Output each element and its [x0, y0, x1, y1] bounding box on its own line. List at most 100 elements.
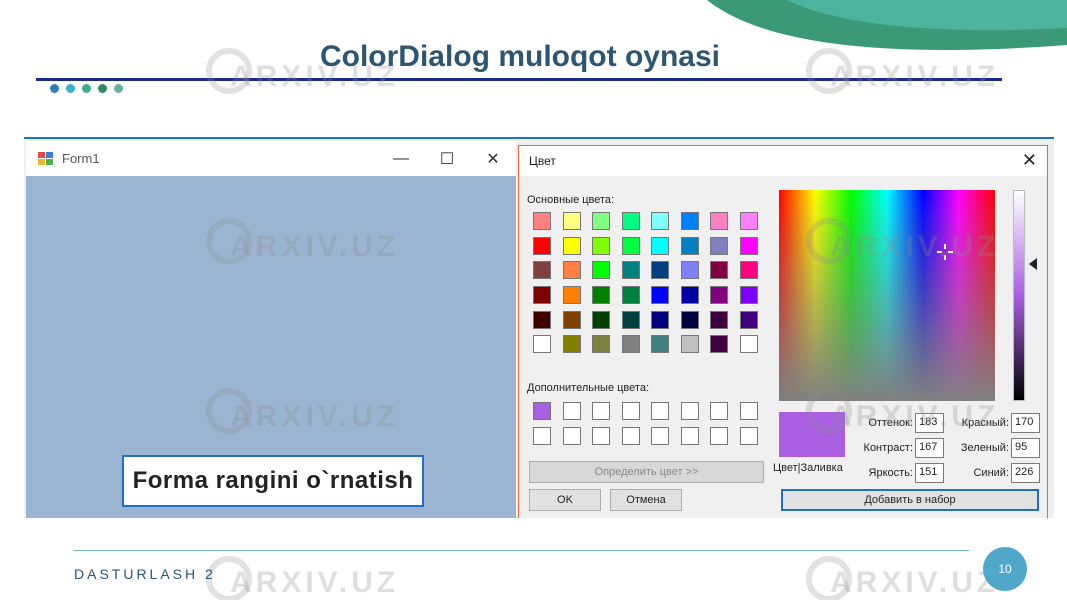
color-swatch[interactable]	[710, 212, 728, 230]
color-swatch[interactable]	[710, 261, 728, 280]
custom-color-swatch[interactable]	[533, 426, 551, 445]
custom-color-swatch[interactable]	[710, 426, 728, 445]
color-spectrum[interactable]	[779, 190, 995, 401]
add-to-custom-colors-button[interactable]: Добавить в набор	[781, 489, 1039, 511]
red-field[interactable]: 170	[1011, 413, 1040, 433]
custom-color-swatch[interactable]	[739, 426, 758, 445]
color-dialog-titlebar: Цвет ✕	[519, 146, 1047, 176]
color-swatch[interactable]	[739, 261, 758, 280]
watermark: ARXIV.UZ	[230, 230, 400, 263]
color-swatch[interactable]	[710, 236, 728, 255]
color-preview-label: Цвет|Заливка	[773, 462, 843, 474]
maximize-icon[interactable]: ☐	[424, 141, 470, 176]
app-window-icon	[38, 151, 54, 166]
custom-color-swatch[interactable]	[621, 402, 640, 420]
color-swatch[interactable]	[533, 236, 551, 255]
color-swatch[interactable]	[562, 212, 581, 230]
color-swatch[interactable]	[592, 236, 610, 255]
color-swatch[interactable]	[651, 335, 669, 354]
color-swatch[interactable]	[739, 310, 758, 329]
color-swatch[interactable]	[562, 286, 581, 305]
custom-color-swatch[interactable]	[592, 402, 610, 420]
custom-color-swatch[interactable]	[710, 402, 728, 420]
color-swatch[interactable]	[592, 286, 610, 305]
color-swatch[interactable]	[739, 236, 758, 255]
color-swatch[interactable]	[592, 310, 610, 329]
color-swatch[interactable]	[533, 212, 551, 230]
dot	[50, 84, 59, 93]
color-swatch[interactable]	[680, 310, 699, 329]
color-swatch[interactable]	[651, 261, 669, 280]
color-swatch[interactable]	[592, 261, 610, 280]
color-swatch[interactable]	[739, 212, 758, 230]
color-swatch[interactable]	[680, 335, 699, 354]
watermark: ARXIV.UZ	[830, 400, 1000, 433]
color-swatch[interactable]	[562, 261, 581, 280]
color-swatch[interactable]	[621, 310, 640, 329]
color-swatch[interactable]	[592, 212, 610, 230]
custom-color-swatch[interactable]	[562, 402, 581, 420]
saturation-field[interactable]: 167	[915, 438, 944, 458]
basic-colors-label: Основные цвета:	[527, 194, 615, 206]
color-swatch[interactable]	[680, 236, 699, 255]
custom-color-swatch[interactable]	[680, 402, 699, 420]
color-swatch[interactable]	[710, 335, 728, 354]
green-field[interactable]: 95	[1011, 438, 1040, 458]
watermark: ARXIV.UZ	[230, 400, 400, 433]
color-swatch[interactable]	[621, 335, 640, 354]
color-swatch[interactable]	[621, 286, 640, 305]
color-swatch[interactable]	[533, 335, 551, 354]
form1-titlebar: Form1 — ☐ ✕	[26, 141, 516, 176]
slider-arrow-icon[interactable]	[1029, 258, 1037, 270]
color-swatch[interactable]	[651, 236, 669, 255]
custom-color-swatch[interactable]	[621, 426, 640, 445]
color-swatch[interactable]	[739, 335, 758, 354]
color-swatch[interactable]	[680, 212, 699, 230]
custom-color-swatch[interactable]	[739, 402, 758, 420]
saturation-label: Контраст:	[863, 442, 913, 454]
footer-text: DASTURLASH 2	[74, 566, 216, 582]
color-swatch[interactable]	[651, 310, 669, 329]
custom-colors-grid	[533, 402, 758, 445]
custom-color-swatch[interactable]	[562, 426, 581, 445]
color-swatch[interactable]	[621, 261, 640, 280]
color-swatch[interactable]	[562, 310, 581, 329]
custom-color-swatch[interactable]	[651, 426, 669, 445]
color-swatch[interactable]	[621, 236, 640, 255]
blue-field[interactable]: 226	[1011, 463, 1040, 483]
color-swatch[interactable]	[739, 286, 758, 305]
close-icon[interactable]: ✕	[470, 141, 516, 176]
form1-title: Form1	[62, 151, 100, 166]
screenshot-area: Form1 — ☐ ✕ Forma rangini o`rnatish Цвет…	[24, 137, 1054, 518]
luminosity-field[interactable]: 151	[915, 463, 944, 483]
color-swatch[interactable]	[621, 212, 640, 230]
page-number: 10	[983, 547, 1027, 591]
set-form-color-button[interactable]: Forma rangini o`rnatish	[122, 455, 424, 507]
color-swatch[interactable]	[562, 335, 581, 354]
color-swatch[interactable]	[533, 286, 551, 305]
color-swatch[interactable]	[533, 310, 551, 329]
color-swatch[interactable]	[562, 236, 581, 255]
custom-color-swatch[interactable]	[592, 426, 610, 445]
ok-button[interactable]: OK	[529, 489, 601, 511]
color-swatch[interactable]	[592, 335, 610, 354]
luminosity-slider[interactable]	[1013, 190, 1025, 401]
custom-color-swatch[interactable]	[533, 402, 551, 420]
color-swatch[interactable]	[680, 286, 699, 305]
watermark: ARXIV.UZ	[830, 60, 1000, 93]
cancel-button[interactable]: Отмена	[610, 489, 682, 511]
define-custom-colors-button[interactable]: Определить цвет >>	[529, 461, 764, 483]
close-icon[interactable]: ✕	[1022, 150, 1037, 171]
dot	[66, 84, 75, 93]
minimize-icon[interactable]: —	[378, 141, 424, 176]
color-swatch[interactable]	[651, 286, 669, 305]
custom-color-swatch[interactable]	[651, 402, 669, 420]
color-swatch[interactable]	[680, 261, 699, 280]
color-swatch[interactable]	[710, 310, 728, 329]
color-swatch[interactable]	[533, 261, 551, 280]
color-swatch[interactable]	[651, 212, 669, 230]
color-swatch[interactable]	[710, 286, 728, 305]
dot	[98, 84, 107, 93]
custom-color-swatch[interactable]	[680, 426, 699, 445]
color-dialog-title: Цвет	[529, 154, 556, 168]
